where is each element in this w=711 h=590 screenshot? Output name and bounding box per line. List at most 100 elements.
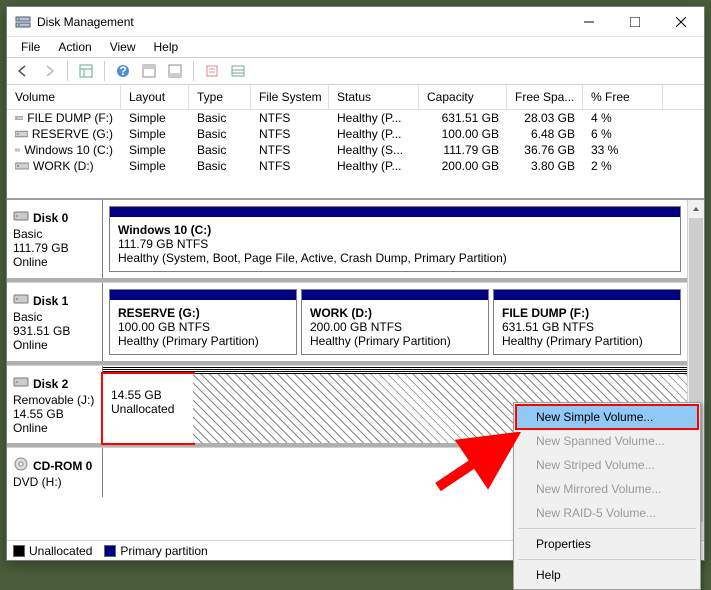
volume-name: RESERVE (G:) — [32, 127, 113, 141]
back-button[interactable] — [11, 59, 35, 83]
col-volume[interactable]: Volume — [7, 85, 121, 109]
volume-free: 3.80 GB — [507, 158, 583, 174]
col-pctfree[interactable]: % Free — [583, 85, 663, 109]
volume-fs: NTFS — [251, 158, 329, 174]
volume-free: 28.03 GB — [507, 110, 583, 126]
disk-type: Removable (J:) — [13, 393, 96, 407]
context-menu-item: New Striped Volume... — [516, 453, 698, 477]
col-status[interactable]: Status — [329, 85, 419, 109]
volume-pctfree: 33 % — [583, 142, 663, 158]
volume-type: Basic — [189, 142, 251, 158]
scroll-up-icon[interactable] — [688, 200, 704, 217]
menu-action[interactable]: Action — [50, 38, 99, 56]
partition[interactable]: WORK (D:) 200.00 GB NTFS Healthy (Primar… — [301, 289, 489, 355]
volume-pctfree: 4 % — [583, 110, 663, 126]
volume-name: FILE DUMP (F:) — [27, 111, 113, 125]
partition-title: RESERVE (G:) — [118, 306, 288, 320]
toolbar-layout-top-icon[interactable] — [137, 59, 161, 83]
partition-bar — [494, 290, 680, 300]
partition-title: Windows 10 (C:) — [118, 223, 672, 237]
app-icon — [15, 14, 31, 30]
context-menu-item[interactable]: Properties — [516, 532, 698, 556]
partition-title: FILE DUMP (F:) — [502, 306, 672, 320]
menu-help[interactable]: Help — [146, 38, 187, 56]
partition-detail: Healthy (Primary Partition) — [310, 334, 480, 348]
volume-capacity: 200.00 GB — [419, 158, 507, 174]
disk-icon — [13, 291, 29, 310]
volume-layout: Simple — [121, 110, 189, 126]
partition-sub: 631.51 GB NTFS — [502, 320, 672, 334]
volume-list-header: Volume Layout Type File System Status Ca… — [7, 85, 704, 110]
disk-info[interactable]: Disk 0 Basic 111.79 GB Online — [7, 200, 103, 278]
volume-status: Healthy (S... — [329, 142, 419, 158]
volume-name: WORK (D:) — [33, 159, 94, 173]
partition-detail: Unallocated — [111, 402, 185, 416]
volume-row[interactable]: Windows 10 (C:) Simple Basic NTFS Health… — [7, 142, 704, 158]
volume-free: 36.76 GB — [507, 142, 583, 158]
disk-type: Basic — [13, 227, 96, 241]
disk-status: Online — [13, 421, 96, 435]
disk-info[interactable]: Disk 2 Removable (J:) 14.55 GB Online — [7, 366, 103, 443]
disk-row: Disk 0 Basic 111.79 GB Online Windows 10… — [7, 200, 687, 282]
forward-button[interactable] — [37, 59, 61, 83]
partition[interactable]: RESERVE (G:) 100.00 GB NTFS Healthy (Pri… — [109, 289, 297, 355]
volume-name: Windows 10 (C:) — [24, 143, 113, 157]
toolbar-list-icon[interactable] — [226, 59, 250, 83]
partition-detail: Healthy (System, Boot, Page File, Active… — [118, 251, 672, 265]
toolbar-settings-icon[interactable] — [200, 59, 224, 83]
legend-primary-swatch — [104, 545, 116, 557]
volume-row[interactable]: FILE DUMP (F:) Simple Basic NTFS Healthy… — [7, 110, 704, 126]
menu-view[interactable]: View — [102, 38, 144, 56]
disk-status: Online — [13, 338, 96, 352]
context-menu-separator — [518, 559, 696, 560]
partition-detail: Healthy (Primary Partition) — [118, 334, 288, 348]
volume-capacity: 111.79 GB — [419, 142, 507, 158]
unallocated-box[interactable]: 14.55 GB Unallocated — [103, 374, 193, 443]
volume-row[interactable]: WORK (D:) Simple Basic NTFS Healthy (P..… — [7, 158, 704, 174]
volume-layout: Simple — [121, 126, 189, 142]
partition-sub: 111.79 GB NTFS — [118, 237, 672, 251]
context-menu-item: New RAID-5 Volume... — [516, 501, 698, 525]
col-type[interactable]: Type — [189, 85, 251, 109]
toolbar-view-icon[interactable] — [74, 59, 98, 83]
col-layout[interactable]: Layout — [121, 85, 189, 109]
toolbar-layout-bottom-icon[interactable] — [163, 59, 187, 83]
volume-capacity: 100.00 GB — [419, 126, 507, 142]
context-menu-item: New Spanned Volume... — [516, 429, 698, 453]
partition[interactable]: Windows 10 (C:) 111.79 GB NTFS Healthy (… — [109, 206, 681, 272]
volume-status: Healthy (P... — [329, 126, 419, 142]
volume-fs: NTFS — [251, 110, 329, 126]
col-capacity[interactable]: Capacity — [419, 85, 507, 109]
partition-bar — [103, 366, 687, 374]
disk-name: Disk 1 — [33, 294, 68, 308]
disk-row: Disk 1 Basic 931.51 GB Online RESERVE (G… — [7, 282, 687, 365]
disk-name: Disk 0 — [33, 211, 68, 225]
col-filesystem[interactable]: File System — [251, 85, 329, 109]
volume-capacity: 631.51 GB — [419, 110, 507, 126]
volume-list: Volume Layout Type File System Status Ca… — [7, 85, 704, 200]
partition-bar — [302, 290, 488, 300]
volume-free: 6.48 GB — [507, 126, 583, 142]
menu-file[interactable]: File — [13, 38, 48, 56]
volume-type: Basic — [189, 110, 251, 126]
close-button[interactable] — [658, 7, 704, 37]
legend-unallocated-swatch — [13, 545, 25, 557]
volume-pctfree: 2 % — [583, 158, 663, 174]
maximize-button[interactable] — [612, 7, 658, 37]
volume-row[interactable]: RESERVE (G:) Simple Basic NTFS Healthy (… — [7, 126, 704, 142]
partition[interactable]: FILE DUMP (F:) 631.51 GB NTFS Healthy (P… — [493, 289, 681, 355]
context-menu-item[interactable]: New Simple Volume... — [516, 405, 698, 429]
partition-sub: 14.55 GB — [111, 388, 185, 402]
help-icon[interactable]: ? — [111, 59, 135, 83]
disk-size: 14.55 GB — [13, 407, 96, 421]
volume-status: Healthy (P... — [329, 110, 419, 126]
volume-status: Healthy (P... — [329, 158, 419, 174]
titlebar[interactable]: Disk Management — [7, 7, 704, 37]
disk-partitions: Windows 10 (C:) 111.79 GB NTFS Healthy (… — [103, 200, 687, 278]
disk-info[interactable]: CD-ROM 0 DVD (H:) — [7, 448, 103, 497]
minimize-button[interactable] — [566, 7, 612, 37]
toolbar: ? — [7, 57, 704, 85]
disk-info[interactable]: Disk 1 Basic 931.51 GB Online — [7, 283, 103, 361]
partition-detail: Healthy (Primary Partition) — [502, 334, 672, 348]
col-freespace[interactable]: Free Spa... — [507, 85, 583, 109]
